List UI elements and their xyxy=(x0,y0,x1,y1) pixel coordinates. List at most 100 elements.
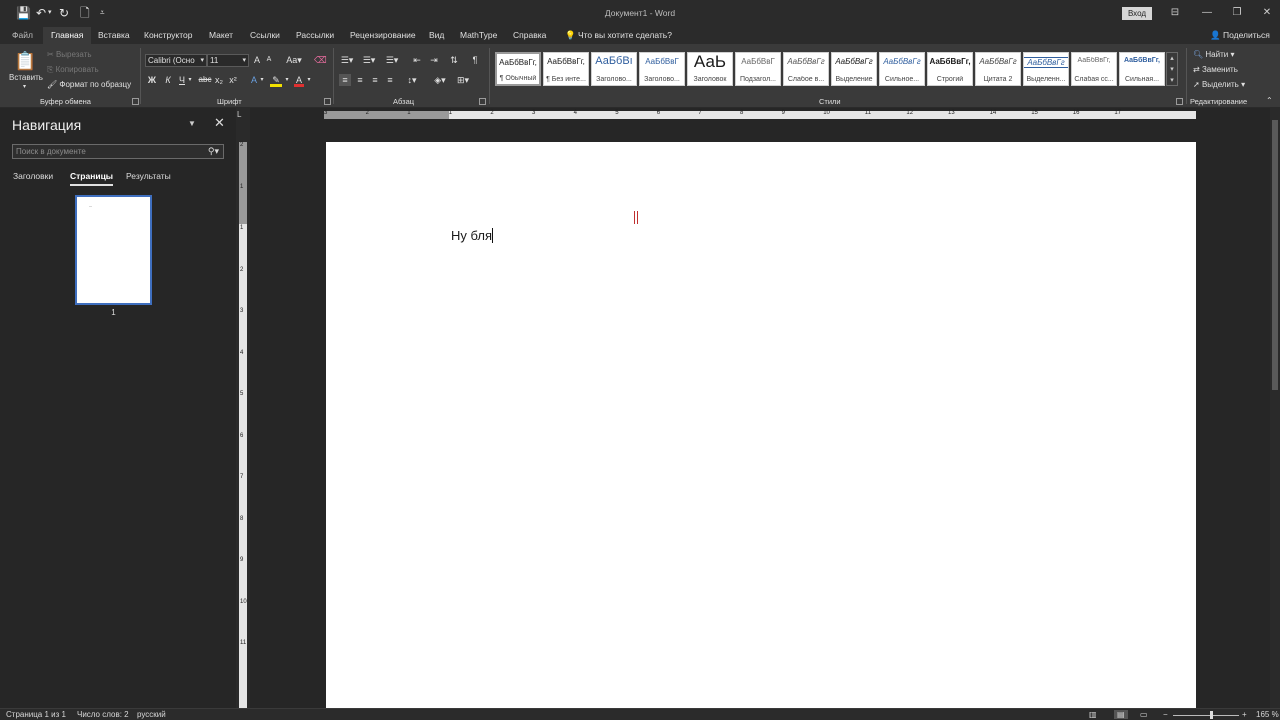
font-launcher-icon[interactable] xyxy=(324,98,331,105)
strikethrough-button[interactable]: abc xyxy=(198,74,212,86)
style-subtitle[interactable]: АаБбВвГ Подзагол... xyxy=(735,52,781,86)
bullets-icon[interactable]: ☰▾ xyxy=(339,54,355,66)
paste-button[interactable]: Вставить xyxy=(9,73,43,82)
borders-icon[interactable]: ⊞▾ xyxy=(454,74,472,86)
close-icon[interactable]: ✕ xyxy=(214,115,225,131)
tab-mailings[interactable]: Рассылки xyxy=(296,27,334,44)
zoom-out-icon[interactable]: − xyxy=(1163,710,1168,719)
style-quote-2[interactable]: АаБбВвГг Цитата 2 xyxy=(975,52,1021,86)
search-icon[interactable]: ⚲▾ xyxy=(208,146,219,157)
style-heading-2[interactable]: АаБбВвГ Заголово... xyxy=(639,52,685,86)
zoom-in-icon[interactable]: + xyxy=(1242,710,1247,719)
tab-view[interactable]: Вид xyxy=(429,27,444,44)
style-title[interactable]: АаЬ Заголовок xyxy=(687,52,733,86)
tab-layout[interactable]: Макет xyxy=(209,27,233,44)
print-layout-icon[interactable]: ▤ xyxy=(1114,710,1128,719)
tab-mathtype[interactable]: MathType xyxy=(460,27,497,44)
style-subtle-reference[interactable]: АаБбВвГг, Слабая сс... xyxy=(1071,52,1117,86)
text-effects-dropdown-icon[interactable]: ▾ xyxy=(259,74,265,86)
chevron-down-icon[interactable]: ▾ xyxy=(1167,64,1177,75)
paragraph-launcher-icon[interactable] xyxy=(479,98,486,105)
word-count[interactable]: Число слов: 2 xyxy=(77,710,129,719)
document-text[interactable]: Ну бля xyxy=(451,228,493,243)
page-thumbnail[interactable]: — xyxy=(75,195,152,305)
tab-pages[interactable]: Страницы xyxy=(70,171,114,186)
close-window-icon[interactable]: ✕ xyxy=(1260,6,1274,20)
scrollbar-thumb[interactable] xyxy=(1272,120,1278,390)
numbering-icon[interactable]: ☰▾ xyxy=(361,54,377,66)
style-no-spacing[interactable]: АаБбВвГг, ¶ Без инте... xyxy=(543,52,589,86)
tab-insert[interactable]: Вставка xyxy=(98,27,130,44)
horizontal-ruler[interactable]: 3 2 1 1 2 3 4 5 6 7 8 9 10 11 12 13 14 15 16 17 xyxy=(250,108,1270,122)
tab-help[interactable]: Справка xyxy=(513,27,546,44)
bold-button[interactable]: Ж xyxy=(147,74,157,86)
language[interactable]: русский xyxy=(137,710,166,719)
subscript-button[interactable]: x₂ xyxy=(214,74,224,86)
style-normal[interactable]: АаБбВвГг, ¶ Обычный xyxy=(495,52,541,86)
chevron-up-icon[interactable]: ▴ xyxy=(1167,53,1177,64)
page-count[interactable]: Страница 1 из 1 xyxy=(6,710,66,719)
font-name-combo[interactable]: Calibri (Осно ▾ xyxy=(145,54,207,67)
select-button[interactable]: ➚ Выделить ▾ xyxy=(1193,80,1245,89)
sort-icon[interactable]: ⇅ xyxy=(448,54,460,66)
change-case-button[interactable]: Aa▾ xyxy=(285,54,303,66)
style-emphasis[interactable]: АаБбВвГг Выделение xyxy=(831,52,877,86)
shrink-font-icon[interactable]: A xyxy=(264,54,274,66)
clear-formatting-icon[interactable]: ⌫ xyxy=(314,54,327,66)
align-left-icon[interactable]: ≡ xyxy=(339,74,351,86)
paste-icon[interactable]: 📋 xyxy=(14,50,36,72)
share-button[interactable]: 👤 Поделиться xyxy=(1210,27,1270,44)
zoom-slider[interactable] xyxy=(1173,715,1239,716)
decrease-indent-icon[interactable]: ⇤ xyxy=(411,54,423,66)
restore-icon[interactable]: ❐ xyxy=(1230,6,1244,20)
font-size-combo[interactable]: 11 ▾ xyxy=(207,54,249,67)
read-mode-icon[interactable]: ▥ xyxy=(1089,710,1097,719)
collapse-ribbon-icon[interactable]: ⌃ xyxy=(1266,96,1273,105)
web-layout-icon[interactable]: ▭ xyxy=(1140,710,1148,719)
highlight-dropdown-icon[interactable]: ▾ xyxy=(284,74,290,86)
multilevel-list-icon[interactable]: ☰▾ xyxy=(384,54,400,66)
underline-dropdown-icon[interactable]: ▾ xyxy=(187,74,193,86)
show-formatting-marks-icon[interactable]: ¶ xyxy=(469,54,481,66)
italic-button[interactable]: К xyxy=(163,74,173,86)
copy-button[interactable]: ⎘ Копировать xyxy=(47,65,99,75)
highlight-icon[interactable]: ✎ xyxy=(270,74,282,87)
clipboard-launcher-icon[interactable] xyxy=(132,98,139,105)
align-right-icon[interactable]: ≡ xyxy=(369,74,381,86)
justify-icon[interactable]: ≡ xyxy=(384,74,396,86)
paste-dropdown-icon[interactable]: ▾ xyxy=(23,83,26,90)
zoom-level[interactable]: 165 % xyxy=(1256,710,1279,719)
style-strong[interactable]: АаБбВвГг, Строгий xyxy=(927,52,973,86)
superscript-button[interactable]: x² xyxy=(228,74,238,86)
increase-indent-icon[interactable]: ⇥ xyxy=(428,54,440,66)
sign-in-button[interactable]: Вход xyxy=(1122,7,1152,20)
zoom-slider-thumb[interactable] xyxy=(1210,711,1213,719)
tell-me-box[interactable]: 💡 Что вы хотите сделать? xyxy=(565,27,672,44)
find-button[interactable]: 🔍︎ Найти ▾ xyxy=(1193,50,1234,59)
style-intense-emphasis[interactable]: АаБбВвГг Сильное... xyxy=(879,52,925,86)
gallery-more-icon[interactable]: ▾ xyxy=(1167,75,1177,86)
tab-results[interactable]: Результаты xyxy=(126,171,171,181)
search-input[interactable]: Поиск в документе ⚲▾ xyxy=(12,144,224,159)
style-intense-reference[interactable]: АаБбВвГг, Сильная... xyxy=(1119,52,1165,86)
underline-button[interactable]: Ч xyxy=(177,74,187,86)
ribbon-display-options-icon[interactable]: ⊟ xyxy=(1168,6,1182,20)
styles-gallery-scroll[interactable]: ▴ ▾ ▾ xyxy=(1166,52,1178,86)
tab-selector-icon[interactable]: L xyxy=(237,110,241,119)
text-effects-icon[interactable]: A xyxy=(249,74,259,86)
minimize-icon[interactable]: — xyxy=(1200,6,1214,20)
font-color-dropdown-icon[interactable]: ▾ xyxy=(306,74,312,86)
styles-launcher-icon[interactable] xyxy=(1176,98,1183,105)
pane-options-icon[interactable]: ▼ xyxy=(188,119,196,128)
format-painter-button[interactable]: 🖌 Формат по образцу xyxy=(47,80,131,89)
tab-file[interactable]: Файл xyxy=(12,27,33,44)
tab-references[interactable]: Ссылки xyxy=(250,27,280,44)
tab-review[interactable]: Рецензирование xyxy=(350,27,416,44)
align-center-icon[interactable]: ≡ xyxy=(354,74,366,86)
tab-headings[interactable]: Заголовки xyxy=(13,171,53,181)
shading-icon[interactable]: ◈▾ xyxy=(431,74,449,86)
style-heading-1[interactable]: АаБбВı Заголово... xyxy=(591,52,637,86)
vertical-scrollbar[interactable] xyxy=(1270,108,1280,708)
replace-button[interactable]: ⇄ Заменить xyxy=(1193,65,1238,74)
tab-design[interactable]: Конструктор xyxy=(144,27,192,44)
